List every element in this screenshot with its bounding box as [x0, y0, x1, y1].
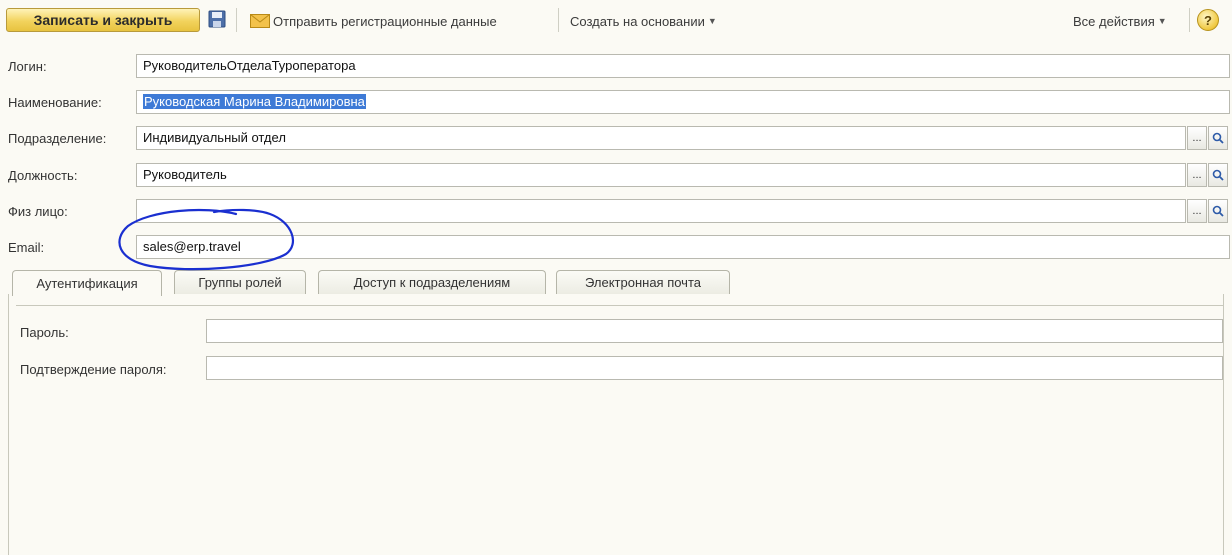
person-open-button[interactable]: [1208, 199, 1228, 223]
position-label: Должность:: [8, 168, 78, 183]
name-field[interactable]: Руководская Марина Владимировна: [136, 90, 1230, 114]
password-label: Пароль:: [20, 325, 69, 340]
person-select-button[interactable]: ...: [1187, 199, 1207, 223]
login-field[interactable]: РуководительОтделаТуроператора: [136, 54, 1230, 78]
magnifier-icon: [1212, 132, 1224, 144]
save-and-close-button[interactable]: Записать и закрыть: [6, 8, 200, 32]
tab-authentication[interactable]: Аутентификация: [12, 270, 162, 296]
toolbar-separator: [1189, 8, 1190, 32]
password-field[interactable]: [206, 319, 1223, 343]
email-field[interactable]: sales@erp.travel: [136, 235, 1230, 259]
toolbar: Записать и закрыть Отправить регистрацио…: [0, 0, 1232, 44]
help-icon[interactable]: ?: [1197, 9, 1219, 31]
department-open-button[interactable]: [1208, 126, 1228, 150]
department-field[interactable]: Индивидуальный отдел: [136, 126, 1186, 150]
tab-department-access[interactable]: Доступ к подразделениям: [318, 270, 546, 294]
login-label: Логин:: [8, 59, 47, 74]
magnifier-icon: [1212, 169, 1224, 181]
save-icon[interactable]: [208, 10, 226, 28]
toolbar-separator: [558, 8, 559, 32]
create-based-on-menu[interactable]: Создать на основании ▼: [570, 11, 717, 31]
person-label: Физ лицо:: [8, 204, 68, 219]
send-registration-label: Отправить регистрационные данные: [273, 13, 497, 29]
create-based-on-label: Создать на основании: [570, 13, 705, 29]
position-open-button[interactable]: [1208, 163, 1228, 187]
all-actions-label: Все действия: [1073, 13, 1155, 29]
tab-role-groups[interactable]: Группы ролей: [174, 270, 306, 294]
person-field[interactable]: [136, 199, 1186, 223]
chevron-down-icon: ▼: [1157, 16, 1167, 26]
position-field[interactable]: Руководитель: [136, 163, 1186, 187]
envelope-icon: [250, 14, 270, 28]
magnifier-icon: [1212, 205, 1224, 217]
tab-panel-divider: [16, 305, 1224, 306]
send-registration-button[interactable]: Отправить регистрационные данные: [250, 11, 497, 31]
department-select-button[interactable]: ...: [1187, 126, 1207, 150]
all-actions-menu[interactable]: Все действия ▼: [1073, 11, 1167, 31]
toolbar-separator: [236, 8, 237, 32]
email-label: Email:: [8, 240, 45, 255]
password-confirm-field[interactable]: [206, 356, 1223, 380]
chevron-down-icon: ▼: [707, 16, 717, 26]
position-select-button[interactable]: ...: [1187, 163, 1207, 187]
password-confirm-label: Подтверждение пароля:: [20, 362, 167, 377]
name-label: Наименование:: [8, 95, 102, 110]
tab-email[interactable]: Электронная почта: [556, 270, 730, 294]
department-label: Подразделение:: [8, 131, 107, 146]
name-value-selected: Руководская Марина Владимировна: [143, 94, 366, 109]
